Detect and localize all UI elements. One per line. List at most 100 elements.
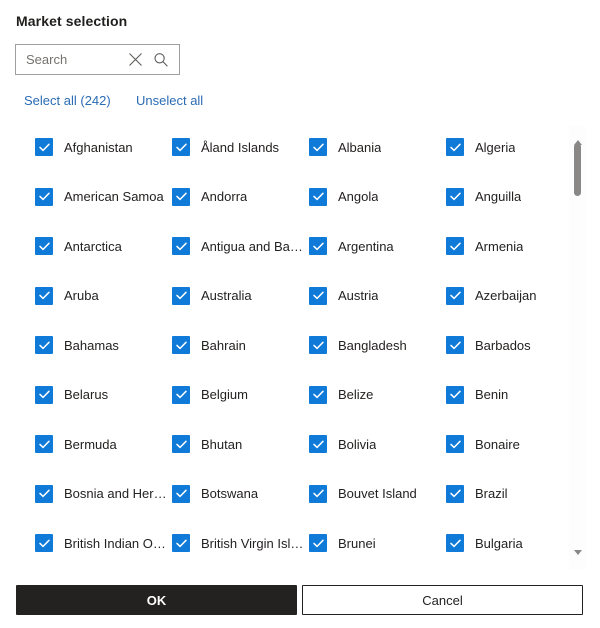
checkbox-checked-icon[interactable] bbox=[35, 484, 53, 503]
market-checkbox-item[interactable]: Bhutan bbox=[172, 432, 304, 456]
cancel-button[interactable]: Cancel bbox=[302, 585, 583, 615]
market-checkbox-item[interactable]: Antigua and Bar... bbox=[172, 234, 304, 258]
list-scrollbar[interactable] bbox=[569, 126, 586, 569]
checkbox-checked-icon[interactable] bbox=[446, 534, 464, 552]
checkbox-checked-icon[interactable] bbox=[35, 138, 53, 156]
market-checkbox-item[interactable]: Argentina bbox=[309, 234, 441, 258]
market-checkbox-item[interactable]: Åland Islands bbox=[172, 135, 304, 159]
checkbox-checked-icon[interactable] bbox=[446, 336, 464, 354]
market-checkbox-item[interactable]: British Indian Oc... bbox=[35, 531, 167, 555]
checkbox-checked-icon[interactable] bbox=[446, 138, 464, 156]
market-checkbox-item[interactable]: Bolivia bbox=[309, 432, 441, 456]
scrollbar-track[interactable] bbox=[569, 143, 586, 552]
search-input[interactable] bbox=[16, 46, 122, 73]
checkbox-checked-icon[interactable] bbox=[172, 385, 190, 404]
market-checkbox-item[interactable]: Angola bbox=[309, 185, 441, 209]
market-checkbox-item[interactable]: Belize bbox=[309, 383, 441, 407]
market-checkbox-item[interactable]: Algeria bbox=[446, 135, 566, 159]
market-label: British Virgin Isla... bbox=[201, 535, 304, 551]
market-label: Bhutan bbox=[201, 436, 243, 452]
checkbox-checked-icon[interactable] bbox=[309, 138, 327, 156]
market-checkbox-item[interactable]: Bahamas bbox=[35, 333, 167, 357]
market-checkbox-item[interactable]: Brazil bbox=[446, 482, 566, 506]
market-checkbox-item[interactable]: Australia bbox=[172, 284, 304, 308]
checkbox-checked-icon[interactable] bbox=[446, 286, 464, 305]
checkbox-checked-icon[interactable] bbox=[35, 385, 53, 404]
checkbox-checked-icon[interactable] bbox=[309, 286, 327, 305]
checkbox-checked-icon[interactable] bbox=[309, 385, 327, 404]
market-checkbox-item[interactable]: Anguilla bbox=[446, 185, 566, 209]
checkbox-checked-icon[interactable] bbox=[172, 286, 190, 305]
checkbox-checked-icon[interactable] bbox=[309, 237, 327, 255]
market-label: Austria bbox=[338, 288, 379, 303]
market-label: Barbados bbox=[475, 337, 531, 353]
market-checkbox-item[interactable]: Azerbaijan bbox=[446, 284, 566, 308]
checkbox-checked-icon[interactable] bbox=[446, 435, 464, 453]
ok-button[interactable]: OK bbox=[16, 585, 297, 615]
market-label: Belgium bbox=[201, 387, 248, 402]
checkbox-checked-icon[interactable] bbox=[446, 385, 464, 404]
checkbox-checked-icon[interactable] bbox=[309, 534, 327, 552]
checkbox-checked-icon[interactable] bbox=[35, 286, 53, 305]
unselect-all-link[interactable]: Unselect all bbox=[136, 93, 203, 108]
table-row: Antarctica Antigua and Bar... Argentina Arm… bbox=[14, 234, 566, 258]
checkbox-checked-icon[interactable] bbox=[172, 237, 190, 255]
market-checkbox-item[interactable]: American Samoa bbox=[35, 185, 167, 209]
checkbox-checked-icon[interactable] bbox=[35, 534, 53, 552]
market-checkbox-item[interactable]: Armenia bbox=[446, 234, 566, 258]
market-checkbox-item[interactable]: Belgium bbox=[172, 383, 304, 407]
market-checkbox-item[interactable]: Aruba bbox=[35, 284, 167, 308]
checkbox-checked-icon[interactable] bbox=[309, 187, 327, 206]
checkbox-checked-icon[interactable] bbox=[446, 484, 464, 503]
checkbox-checked-icon[interactable] bbox=[35, 336, 53, 354]
checkbox-checked-icon[interactable] bbox=[309, 336, 327, 354]
market-label: Afghanistan bbox=[64, 139, 133, 155]
market-label: Bahamas bbox=[64, 337, 119, 353]
checkbox-checked-icon[interactable] bbox=[172, 484, 190, 503]
checkbox-checked-icon[interactable] bbox=[35, 435, 53, 453]
market-checkbox-item[interactable]: Afghanistan bbox=[35, 135, 167, 159]
checkbox-checked-icon[interactable] bbox=[172, 336, 190, 354]
market-checkbox-item[interactable]: Botswana bbox=[172, 482, 304, 506]
close-icon[interactable] bbox=[122, 45, 148, 74]
checkbox-checked-icon[interactable] bbox=[172, 187, 190, 206]
search-icon[interactable] bbox=[148, 45, 174, 74]
market-label: American Samoa bbox=[64, 189, 164, 204]
checkbox-checked-icon[interactable] bbox=[446, 187, 464, 206]
market-checkbox-item[interactable]: Brunei bbox=[309, 531, 441, 555]
market-label: Andorra bbox=[201, 189, 248, 204]
market-checkbox-item[interactable]: Bouvet Island bbox=[309, 482, 441, 506]
checkbox-checked-icon[interactable] bbox=[172, 534, 190, 552]
market-label: Antigua and Bar... bbox=[201, 238, 304, 254]
market-checkbox-item[interactable]: Bulgaria bbox=[446, 531, 566, 555]
market-checkbox-item[interactable]: Antarctica bbox=[35, 234, 167, 258]
checkbox-checked-icon[interactable] bbox=[309, 484, 327, 503]
market-checkbox-item[interactable]: Bonaire bbox=[446, 432, 566, 456]
market-checkbox-item[interactable]: Benin bbox=[446, 383, 566, 407]
select-all-link[interactable]: Select all (242) bbox=[24, 93, 111, 108]
market-checkbox-item[interactable]: Bosnia and Herz... bbox=[35, 482, 167, 506]
scrollbar-thumb[interactable] bbox=[574, 143, 581, 197]
market-checkbox-grid: Afghanistan Åland Islands Albania Algeria Am… bbox=[14, 126, 566, 569]
market-checkbox-item[interactable]: Bangladesh bbox=[309, 333, 441, 357]
market-checkbox-item[interactable]: Belarus bbox=[35, 383, 167, 407]
market-checkbox-item[interactable]: Austria bbox=[309, 284, 441, 308]
table-row: Afghanistan Åland Islands Albania Algeria bbox=[14, 135, 566, 159]
market-checkbox-item[interactable]: Barbados bbox=[446, 333, 566, 357]
page-title: Market selection bbox=[16, 13, 128, 29]
market-checkbox-item[interactable]: Bermuda bbox=[35, 432, 167, 456]
checkbox-checked-icon[interactable] bbox=[35, 237, 53, 255]
checkbox-checked-icon[interactable] bbox=[309, 435, 327, 453]
search-box[interactable] bbox=[15, 44, 180, 75]
checkbox-checked-icon[interactable] bbox=[172, 138, 190, 156]
market-label: Armenia bbox=[475, 238, 524, 254]
market-checkbox-item[interactable]: Bahrain bbox=[172, 333, 304, 357]
market-checkbox-item[interactable]: Albania bbox=[309, 135, 441, 159]
caret-down-icon[interactable] bbox=[569, 544, 586, 561]
checkbox-checked-icon[interactable] bbox=[446, 237, 464, 255]
checkbox-checked-icon[interactable] bbox=[35, 187, 53, 206]
market-label: Bosnia and Herz... bbox=[64, 486, 167, 501]
market-checkbox-item[interactable]: British Virgin Isla... bbox=[172, 531, 304, 555]
checkbox-checked-icon[interactable] bbox=[172, 435, 190, 453]
market-checkbox-item[interactable]: Andorra bbox=[172, 185, 304, 209]
